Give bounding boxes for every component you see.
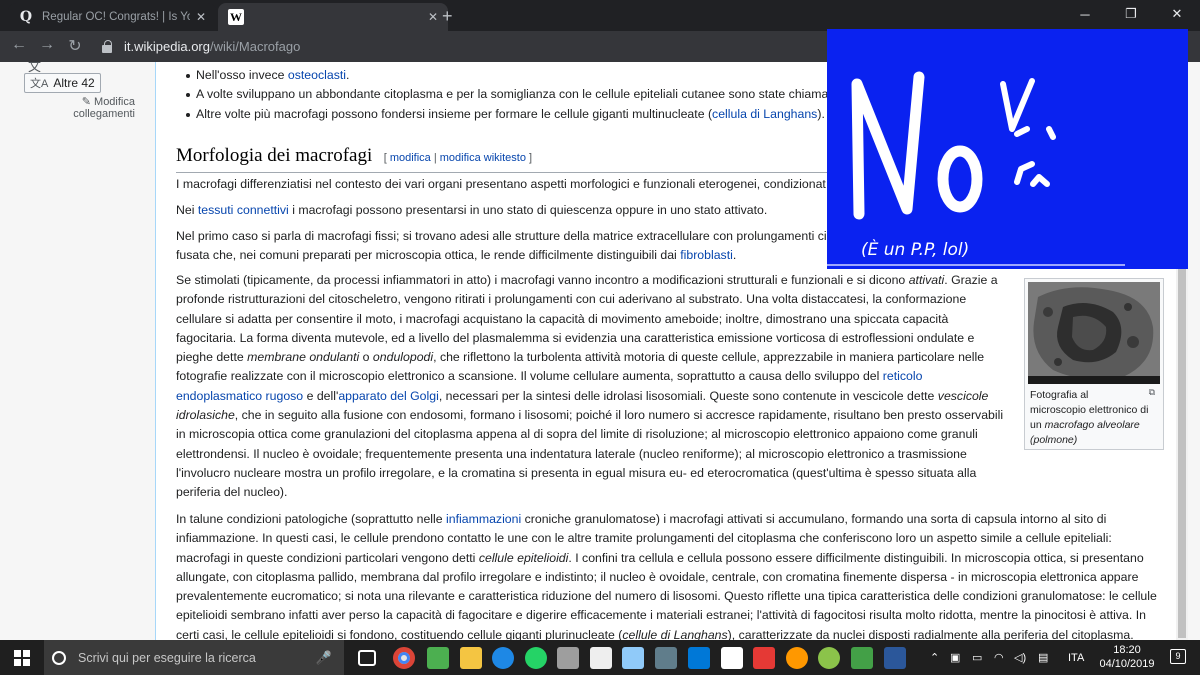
security-icon[interactable] <box>721 647 743 669</box>
tab-bar: Q Regular OC! Congrats! | Is Your A ✕ W … <box>0 0 1200 31</box>
input-language[interactable]: ITA <box>1068 640 1084 675</box>
mail-icon[interactable] <box>590 647 612 669</box>
forward-icon[interactable]: → <box>36 36 58 54</box>
enlarge-icon[interactable]: ⧉ <box>1149 387 1155 398</box>
app-icon[interactable] <box>557 647 579 669</box>
overlay-caption: (È un P.P, lol) <box>861 238 969 260</box>
letter-N-stroke <box>851 71 925 220</box>
figure-caption: Fotografia al microscopio elettronico di… <box>1030 389 1149 446</box>
eye-stroke-left <box>1000 78 1035 132</box>
tab-quora[interactable]: Q Regular OC! Congrats! | Is Your A ✕ <box>8 3 216 31</box>
letter-o-stroke <box>937 145 983 213</box>
antivirus-icon[interactable]: ▣ <box>950 640 960 675</box>
link-tessuti-connettivi[interactable]: tessuti connettivi <box>198 203 289 217</box>
mouth-stroke-right <box>1030 174 1050 187</box>
url-text: it.wikipedia.org/wiki/Macrofago <box>124 39 301 54</box>
search-placeholder: Scrivi qui per eseguire la ricerca <box>78 650 256 665</box>
link-rer[interactable]: endoplasmatico rugoso <box>176 389 303 403</box>
link-reticolo[interactable]: reticolo <box>883 369 923 383</box>
back-icon[interactable]: ← <box>8 36 30 54</box>
chrome-icon[interactable] <box>393 647 415 669</box>
new-tab-icon[interactable]: + <box>442 6 453 27</box>
photos-icon[interactable] <box>655 647 677 669</box>
languages-label: Altre 42 <box>53 76 95 90</box>
quora-icon: Q <box>19 9 33 25</box>
link-osteoclasti[interactable]: osteoclasti <box>288 68 346 82</box>
paragraph: In talune condizioni patologiche (soprat… <box>176 512 1157 642</box>
app-icon[interactable] <box>753 647 775 669</box>
time: 18:20 <box>1113 644 1141 656</box>
bullet-list: Nell'osso invece osteoclasti. A volte sv… <box>176 66 828 124</box>
section-edit-links: [ modifica | modifica wikitesto ] <box>383 152 533 164</box>
link-infiammazioni[interactable]: infiammazioni <box>446 512 521 526</box>
volume-icon[interactable]: ◁) <box>1014 640 1026 675</box>
translate-icon: 文A <box>30 78 49 90</box>
lock-icon <box>102 39 112 53</box>
close-tab-icon[interactable]: ✕ <box>196 10 206 24</box>
close-window-icon[interactable]: ✕ <box>1154 0 1200 28</box>
file-explorer-icon[interactable] <box>460 647 482 669</box>
app-icon[interactable] <box>818 647 840 669</box>
link-langhans[interactable]: cellula di Langhans <box>712 107 817 121</box>
handwritten-drawing: (È un P.P, lol) <box>827 71 1125 266</box>
edit-links[interactable]: ✎ Modifica collegamenti <box>40 96 135 120</box>
wiki-sidebar: 文 文A Altre 42 ✎ Modifica collegamenti <box>0 62 155 640</box>
tab-wikipedia[interactable]: W ✕ <box>218 3 448 31</box>
whatsapp-icon[interactable] <box>525 647 547 669</box>
restore-icon[interactable]: ❐ <box>1108 0 1154 28</box>
list-item: A volte sviluppano un abbondante citopla… <box>176 85 828 104</box>
paint-overlay: (È un P.P, lol) <box>827 29 1188 269</box>
windows-taskbar: Scrivi qui per eseguire la ricerca 🎤 ⌃ ▣… <box>0 640 1200 675</box>
app-icon[interactable] <box>427 647 449 669</box>
list-item: Nell'osso invece osteoclasti. <box>176 66 828 85</box>
heading-text: Morfologia dei macrofagi <box>176 145 373 166</box>
pencil-icon: ✎ <box>81 96 91 108</box>
languages-button[interactable]: 文A Altre 42 <box>24 73 101 93</box>
store-icon[interactable] <box>688 647 710 669</box>
taskbar-search[interactable]: Scrivi qui per eseguire la ricerca 🎤 <box>44 640 344 675</box>
address-bar[interactable]: it.wikipedia.org/wiki/Macrofago <box>96 35 836 58</box>
notification-center-icon[interactable]: 9 <box>1170 649 1186 664</box>
show-hidden-icons[interactable]: ⌃ <box>930 640 939 675</box>
close-tab-icon[interactable]: ✕ <box>428 10 438 24</box>
reload-icon[interactable]: ↻ <box>64 36 86 56</box>
keyboard-icon[interactable]: ▤ <box>1038 640 1048 675</box>
edge-icon[interactable] <box>492 647 514 669</box>
tab-title: Regular OC! Congrats! | Is Your A <box>42 11 190 23</box>
cortana-icon <box>52 650 66 665</box>
wikipedia-icon: W <box>228 9 244 25</box>
windows-icon <box>14 649 30 666</box>
list-item: Altre volte più macrofagi possono fonder… <box>176 105 828 124</box>
figure-thumbnail[interactable]: ⧉ Fotografia al microscopio elettronico … <box>1024 278 1164 450</box>
start-button[interactable] <box>0 640 44 675</box>
microphone-icon[interactable]: 🎤 <box>316 650 332 666</box>
minimize-icon[interactable]: ─ <box>1062 0 1108 28</box>
micrograph-image <box>1028 282 1160 384</box>
paragraph: Se stimolati (tipicamente, da processi i… <box>176 273 1004 500</box>
link-fibroblasti[interactable]: fibroblasti <box>680 248 733 262</box>
task-view-icon[interactable] <box>358 650 376 666</box>
mouth-stroke-left <box>1014 161 1035 185</box>
macrophage-micrograph[interactable] <box>1028 282 1160 384</box>
app-icon[interactable] <box>851 647 873 669</box>
network-icon[interactable]: ◠ <box>994 640 1004 675</box>
word-icon[interactable] <box>884 647 906 669</box>
notes-icon[interactable] <box>622 647 644 669</box>
app-icon[interactable] <box>786 647 808 669</box>
edit-link[interactable]: modifica <box>390 152 431 164</box>
clock[interactable]: 18:20 04/10/2019 <box>1092 643 1162 671</box>
date: 04/10/2019 <box>1099 658 1155 670</box>
link-golgi[interactable]: apparato del Golgi <box>338 389 439 403</box>
battery-icon[interactable]: ▭ <box>972 640 982 675</box>
edit-wikitext-link[interactable]: modifica wikitesto <box>440 152 526 164</box>
